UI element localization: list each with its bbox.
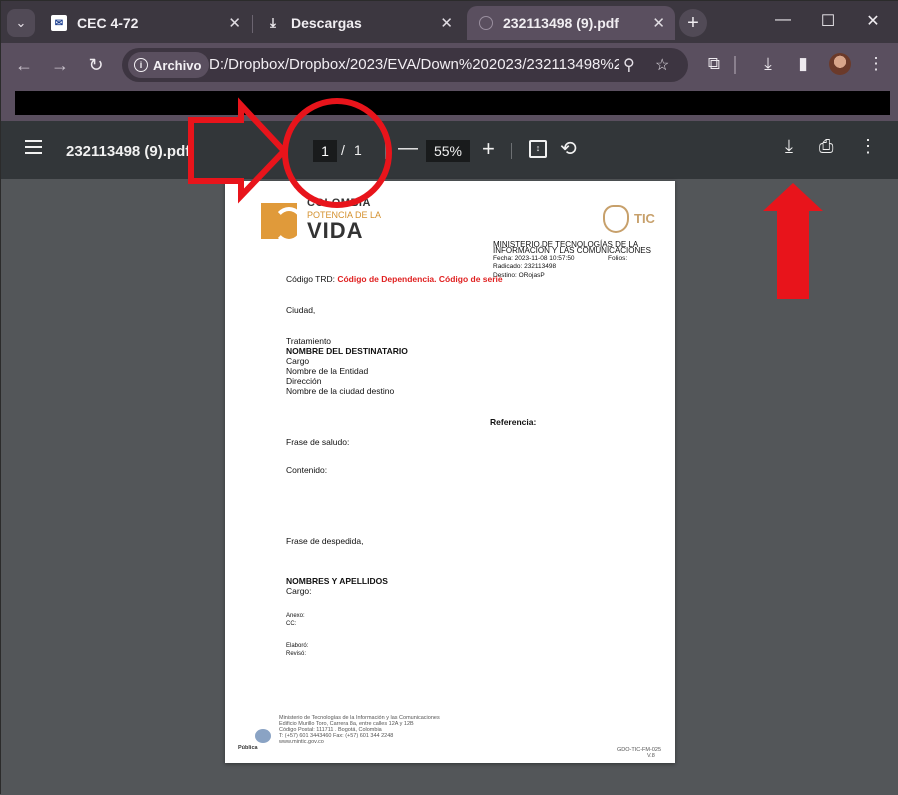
annotation-arrow-right (188, 97, 289, 204)
annotation-overlay (188, 97, 823, 299)
browser-window: ⌄ ✉ CEC 4-72 ✕ ⤓ Descargas ✕ 232113498 (… (0, 0, 898, 795)
annotation-arrow-up (763, 183, 823, 299)
annotation-circle (282, 98, 392, 208)
